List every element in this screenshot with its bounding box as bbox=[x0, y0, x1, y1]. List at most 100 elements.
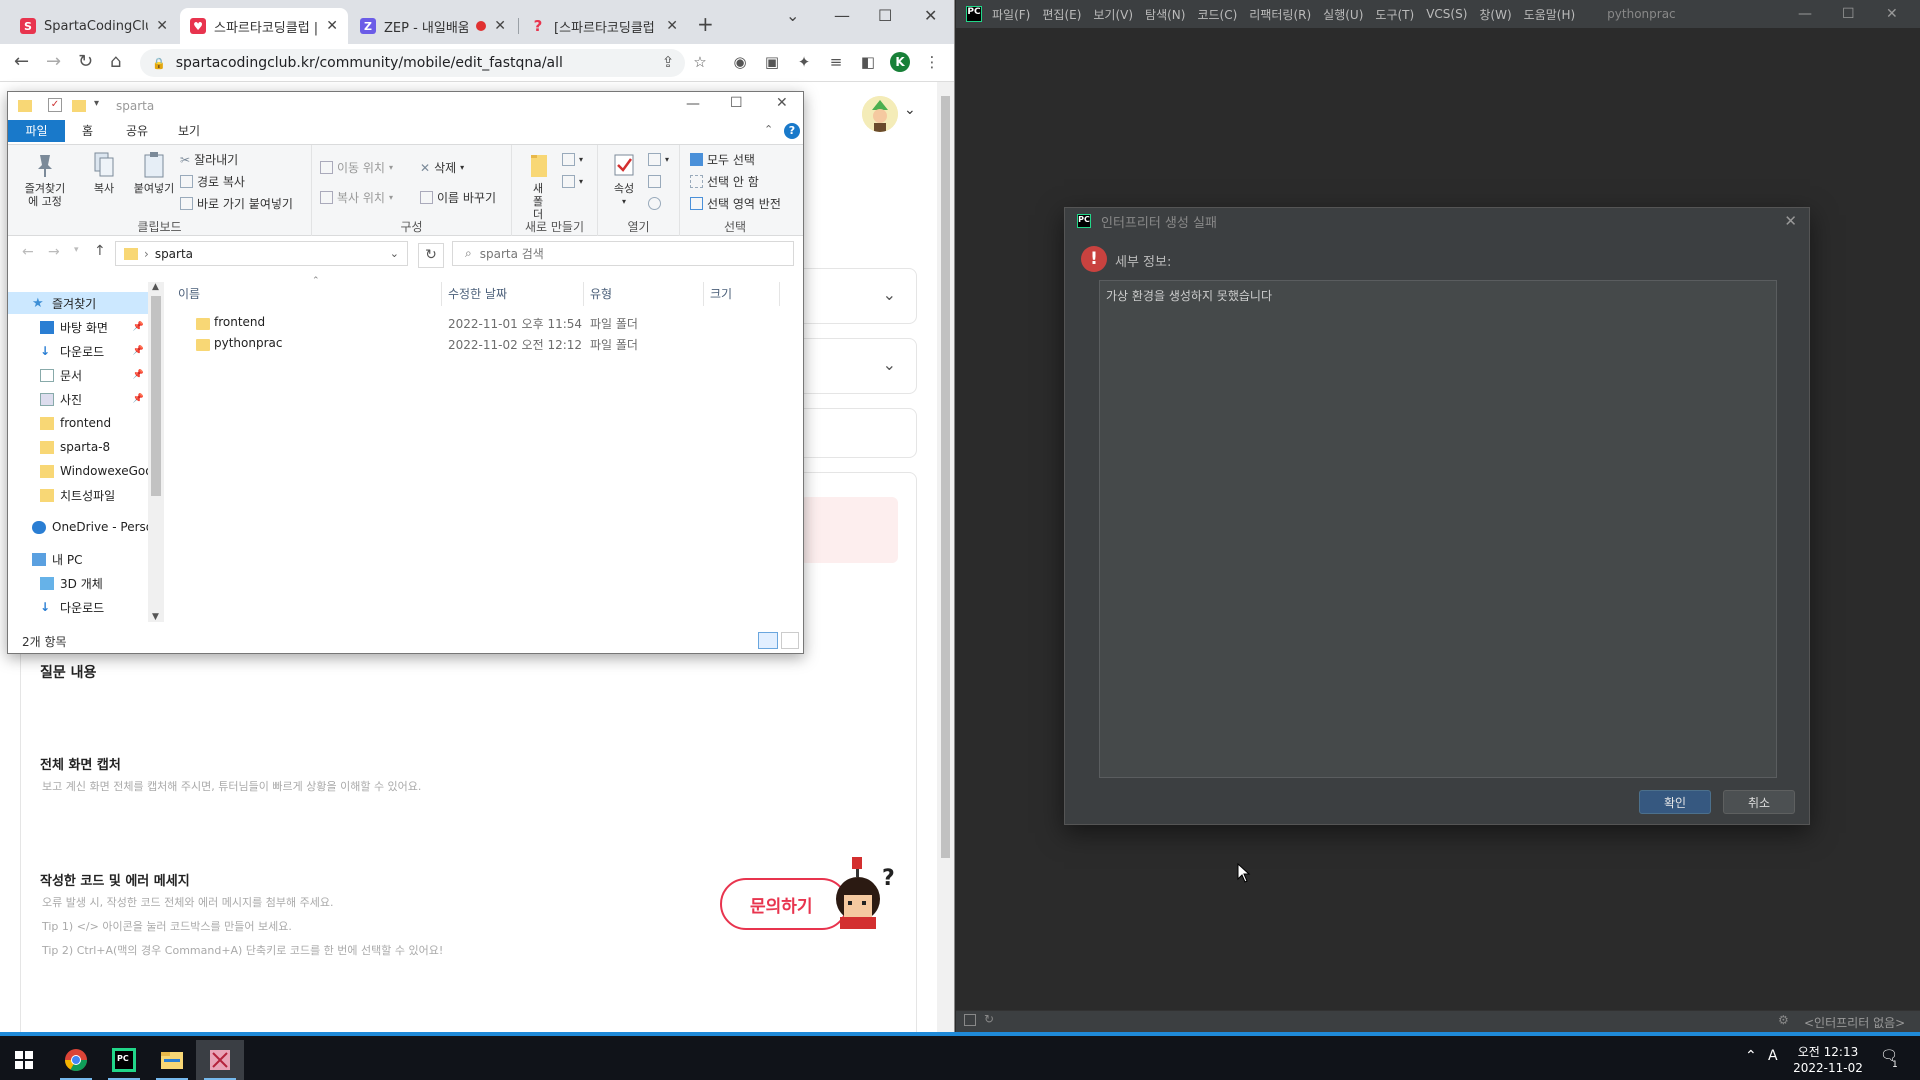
side-panel-icon[interactable]: ◧ bbox=[858, 52, 878, 72]
refresh-icon[interactable]: ↻ bbox=[418, 243, 444, 268]
tab-view[interactable]: 보기 bbox=[166, 120, 212, 142]
extension-2-icon[interactable]: ▣ bbox=[762, 52, 782, 72]
menu-edit[interactable]: 편집(E) bbox=[1042, 6, 1081, 23]
up-arrow-icon[interactable]: ↑ bbox=[94, 243, 106, 259]
nav-scrollbar[interactable]: ▲ ▼ bbox=[148, 282, 164, 622]
user-avatar[interactable] bbox=[862, 96, 898, 132]
puzzle-extensions-icon[interactable]: ✦ bbox=[794, 52, 814, 72]
large-icons-view-icon[interactable] bbox=[781, 632, 799, 649]
browser-tab-4[interactable]: ? [스파르타코딩클럽 ✕ bbox=[520, 8, 688, 44]
nav-sparta-8[interactable]: sparta-8 bbox=[8, 436, 148, 458]
menu-vcs[interactable]: VCS(S) bbox=[1426, 7, 1467, 21]
nav-this-pc[interactable]: 내 PC bbox=[8, 548, 148, 570]
bookmark-star-icon[interactable]: ☆ bbox=[690, 52, 710, 72]
column-type[interactable]: 유형 bbox=[584, 282, 704, 306]
tab-share[interactable]: 공유 bbox=[114, 120, 160, 142]
browser-tab-2[interactable]: ♥ 스파르타코딩클럽 | ✕ bbox=[180, 8, 348, 44]
select-all-button[interactable]: 모두 선택 bbox=[690, 151, 755, 168]
forward-arrow-icon[interactable]: → bbox=[46, 51, 61, 72]
nav-desktop[interactable]: 바탕 화면 📌 bbox=[8, 316, 148, 338]
taskbar-snipping-tool[interactable] bbox=[196, 1040, 244, 1080]
copy-path-button[interactable]: 경로 복사 bbox=[180, 173, 245, 190]
close-window-icon[interactable]: ✕ bbox=[776, 95, 788, 111]
tab-file[interactable]: 파일 bbox=[8, 120, 65, 142]
nav-3d-objects[interactable]: 3D 개체 bbox=[8, 572, 148, 594]
taskbar-pycharm[interactable]: PC bbox=[100, 1040, 148, 1080]
close-window-icon[interactable]: ✕ bbox=[1886, 6, 1898, 22]
taskbar-file-explorer[interactable] bbox=[148, 1040, 196, 1080]
forward-arrow-icon[interactable]: → bbox=[48, 244, 60, 260]
tool-window-toggle-icon[interactable] bbox=[964, 1014, 976, 1026]
home-icon[interactable]: ⌂ bbox=[110, 51, 121, 72]
menu-view[interactable]: 보기(V) bbox=[1093, 6, 1133, 23]
new-folder-button[interactable]: 새 폴더 bbox=[520, 151, 556, 221]
copy-to-button[interactable]: 복사 위치 ▾ bbox=[320, 189, 393, 206]
copy-button[interactable]: 복사 bbox=[84, 151, 124, 195]
move-to-button[interactable]: 이동 위치 ▾ bbox=[320, 159, 393, 176]
minimize-icon[interactable]: — bbox=[686, 96, 700, 112]
maximize-icon[interactable]: ☐ bbox=[730, 95, 743, 111]
address-bar[interactable]: 🔒 spartacodingclub.kr/community/mobile/e… bbox=[140, 49, 685, 77]
close-tab-icon[interactable]: ✕ bbox=[156, 18, 168, 34]
nav-pictures[interactable]: 사진 📌 bbox=[8, 388, 148, 410]
edit-button[interactable] bbox=[648, 175, 661, 188]
tray-expand-icon[interactable]: ⌃ bbox=[1745, 1048, 1757, 1064]
nav-onedrive[interactable]: OneDrive - Person bbox=[8, 516, 148, 538]
scroll-up-icon[interactable]: ▲ bbox=[152, 282, 159, 292]
rename-button[interactable]: 이름 바꾸기 bbox=[420, 189, 496, 206]
details-view-icon[interactable] bbox=[758, 632, 778, 649]
quick-access-dropdown-icon[interactable]: ▾ bbox=[94, 98, 99, 109]
invert-selection-button[interactable]: 선택 영역 반전 bbox=[690, 195, 781, 212]
menu-tools[interactable]: 도구(T) bbox=[1375, 6, 1414, 23]
extension-1-icon[interactable]: ◉ bbox=[730, 52, 750, 72]
select-none-button[interactable]: 선택 안 함 bbox=[690, 173, 759, 190]
close-window-icon[interactable]: ✕ bbox=[924, 6, 937, 25]
interpreter-status[interactable]: <인터프리터 없음> bbox=[1804, 1014, 1905, 1031]
explorer-address-bar[interactable]: › sparta ⌄ bbox=[115, 241, 408, 266]
paste-button[interactable]: 붙여넣기 bbox=[126, 151, 182, 195]
ime-indicator[interactable]: A bbox=[1768, 1048, 1778, 1064]
open-button[interactable]: ▾ bbox=[648, 153, 669, 166]
system-clock[interactable]: 오전 12:13 2022-11-02 bbox=[1788, 1044, 1868, 1076]
chevron-down-icon[interactable]: ⌄ bbox=[883, 285, 896, 304]
media-queue-icon[interactable]: ≡ bbox=[826, 52, 846, 72]
chevron-down-icon[interactable]: ⌄ bbox=[904, 102, 916, 118]
paste-shortcut-button[interactable]: 바로 가기 붙여넣기 bbox=[180, 195, 293, 212]
background-tasks-icon[interactable]: ↻ bbox=[984, 1012, 994, 1026]
menu-refactor[interactable]: 리팩터링(R) bbox=[1249, 6, 1311, 23]
minimize-icon[interactable]: — bbox=[1798, 6, 1812, 22]
menu-navigate[interactable]: 탐색(N) bbox=[1145, 6, 1185, 23]
menu-help[interactable]: 도움말(H) bbox=[1524, 6, 1576, 23]
explorer-search-box[interactable]: ⌕ sparta 검색 bbox=[452, 241, 794, 266]
column-name[interactable]: 이름 bbox=[172, 282, 442, 306]
browser-tab-3[interactable]: Z ZEP - 내일배움 ✕ bbox=[350, 8, 516, 44]
profile-avatar[interactable]: K bbox=[890, 52, 910, 72]
cut-button[interactable]: ✂ 잘라내기 bbox=[180, 151, 238, 168]
nav-downloads[interactable]: ↓ 다운로드 📌 bbox=[8, 340, 148, 362]
scrollbar-thumb[interactable] bbox=[941, 96, 950, 858]
file-row[interactable]: pythonprac 2022-11-02 오전 12:12 파일 폴더 bbox=[172, 333, 772, 354]
back-arrow-icon[interactable]: ← bbox=[22, 244, 34, 260]
close-dialog-icon[interactable]: ✕ bbox=[1784, 212, 1797, 230]
file-row[interactable]: frontend 2022-11-01 오후 11:54 파일 폴더 bbox=[172, 312, 772, 333]
new-item-button[interactable]: ▾ bbox=[562, 153, 583, 166]
nav-windowexegoo[interactable]: WindowexeGoo bbox=[8, 460, 148, 482]
menu-code[interactable]: 코드(C) bbox=[1197, 6, 1237, 23]
history-button[interactable] bbox=[648, 197, 661, 210]
close-tab-icon[interactable]: ✕ bbox=[494, 18, 506, 34]
chevron-down-icon[interactable]: ⌄ bbox=[883, 355, 896, 374]
nav-quick-access[interactable]: ★ 즐겨찾기 bbox=[8, 292, 148, 314]
pin-quick-access-button[interactable]: 즐겨찾기에 고정 bbox=[14, 151, 76, 208]
taskbar-chrome[interactable] bbox=[52, 1040, 100, 1080]
chrome-menu-icon[interactable]: ⋮ bbox=[922, 52, 942, 72]
minimize-icon[interactable]: — bbox=[834, 6, 850, 25]
address-dropdown-icon[interactable]: ⌄ bbox=[390, 247, 399, 260]
scroll-down-icon[interactable]: ▼ bbox=[152, 612, 159, 622]
column-size[interactable]: 크기 bbox=[704, 282, 780, 306]
properties-quick-icon[interactable]: ✓ bbox=[48, 98, 62, 112]
page-scrollbar[interactable] bbox=[937, 82, 954, 1032]
menu-file[interactable]: 파일(F) bbox=[992, 6, 1030, 23]
new-folder-quick-icon[interactable] bbox=[72, 100, 86, 112]
nav-frontend[interactable]: frontend bbox=[8, 412, 148, 434]
menu-run[interactable]: 실행(U) bbox=[1323, 6, 1363, 23]
